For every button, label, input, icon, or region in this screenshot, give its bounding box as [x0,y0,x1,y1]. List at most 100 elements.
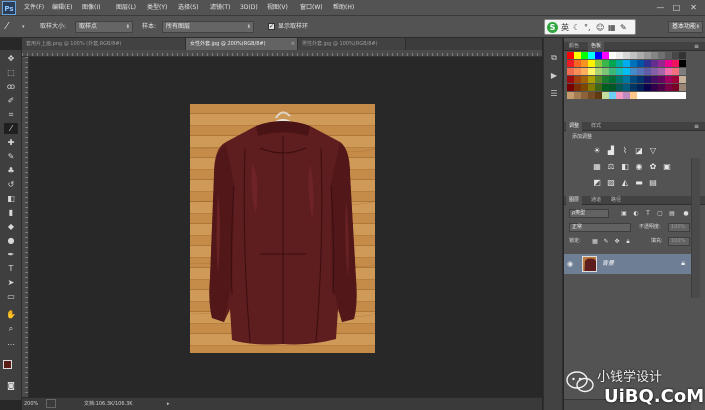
move-tool-icon[interactable]: ✥ [4,53,18,64]
color-balance-icon[interactable]: ⚖ [606,162,616,172]
layer-row-background[interactable]: ◉ 背景 🔒︎ [564,254,691,274]
swatch[interactable] [623,68,630,75]
swatch[interactable] [658,84,665,91]
invert-icon[interactable]: ◩ [592,178,602,188]
punctuation-icon[interactable]: °, [584,22,591,33]
lock-position-icon[interactable]: ✥ [613,238,621,246]
menu-type[interactable]: 类型(Y) [147,3,167,13]
swatch[interactable] [567,60,574,67]
healing-brush-tool-icon[interactable]: ✚ [4,137,18,148]
tab-layers[interactable]: 图层 [566,196,583,205]
swatch[interactable] [595,60,602,67]
blend-mode-select[interactable]: 正常 [569,223,631,232]
close-button[interactable]: ✕ [688,2,699,13]
swatch[interactable] [644,76,651,83]
swatch[interactable] [623,60,630,67]
keyboard-icon[interactable]: ▦ [608,22,616,33]
swatch[interactable] [630,92,637,99]
hand-tool-icon[interactable]: ✋ [4,309,18,320]
swatch[interactable] [574,84,581,91]
swatch[interactable] [644,92,651,99]
eraser-tool-icon[interactable]: ◧ [4,193,18,204]
horizontal-ruler[interactable] [22,50,542,57]
pen-tool-icon[interactable]: ✒ [4,249,18,260]
ime-toolbar[interactable]: S 英 ☾ °, ☺ ▦ ✎ [544,19,636,35]
gradient-map-icon[interactable]: ▬ [634,178,644,188]
fill-field[interactable]: 100% [668,237,690,246]
filter-toggle-icon[interactable]: ● [682,210,690,218]
lock-all-icon[interactable]: 🔒︎ [624,238,632,246]
zoom-level[interactable]: 200% [24,400,38,408]
swatch[interactable] [602,84,609,91]
swatch[interactable] [623,76,630,83]
swatch[interactable] [658,68,665,75]
status-menu-arrow-icon[interactable]: ▸ [167,400,170,408]
vibrance-icon[interactable]: ▽ [648,146,658,156]
eyedropper-tool-icon[interactable]: ⁄ [6,20,20,34]
maximize-button[interactable]: □ [671,2,682,13]
swatch[interactable] [665,68,672,75]
swatch[interactable] [672,92,679,99]
swatch[interactable] [595,92,602,99]
swatch[interactable] [637,92,644,99]
swatch[interactable] [679,92,686,99]
lasso-tool-icon[interactable]: ꝏ [4,81,18,92]
swatch[interactable] [567,68,574,75]
swatch[interactable] [595,84,602,91]
clone-stamp-tool-icon[interactable]: ♣ [4,165,18,176]
swatch[interactable] [574,60,581,67]
swatch[interactable] [630,68,637,75]
foreground-color-swatch[interactable] [3,360,12,369]
swatch[interactable] [574,76,581,83]
hue-saturation-icon[interactable]: ▦ [592,162,602,172]
type-tool-icon[interactable]: T [4,263,18,274]
path-select-tool-icon[interactable]: ➤ [4,277,18,288]
workspace-select[interactable]: 基本功能 ⬍ [668,21,703,33]
opacity-field[interactable]: 100% [668,223,690,232]
quick-mask-icon[interactable]: ◙ [4,380,18,391]
swatch[interactable] [588,60,595,67]
color-lookup-icon[interactable]: ▣ [662,162,672,172]
layer-filter-select[interactable]: ρ类型 [569,209,609,218]
menu-select[interactable]: 选择(S) [178,3,199,13]
selective-color-icon[interactable]: ▤ [648,178,658,188]
swatch[interactable] [630,52,637,59]
swatch[interactable] [574,68,581,75]
swatch[interactable] [616,84,623,91]
swatch[interactable] [595,52,602,59]
swatch[interactable] [616,68,623,75]
ime-mode[interactable]: 英 [561,22,569,33]
swatch[interactable] [679,60,686,67]
shape-tool-icon[interactable]: ▭ [4,291,18,302]
panel-scrollbar[interactable] [691,158,700,298]
swatch[interactable] [581,84,588,91]
menu-image[interactable]: 图像(I) [82,3,100,13]
swatch[interactable] [672,84,679,91]
eyedropper-tool-icon[interactable]: ⁄ [4,123,18,134]
vertical-ruler[interactable] [22,57,29,397]
marquee-tool-icon[interactable]: ⬚ [4,67,18,78]
swatch[interactable] [651,76,658,83]
swatch[interactable] [595,76,602,83]
swatch[interactable] [630,84,637,91]
swatch[interactable] [581,68,588,75]
swatch[interactable] [581,92,588,99]
brush-tool-icon[interactable]: ✎ [4,151,18,162]
tab-swatches[interactable]: 色板 [588,42,605,51]
swatch[interactable] [616,52,623,59]
swatch[interactable] [609,84,616,91]
swatch[interactable] [644,52,651,59]
swatch[interactable] [574,92,581,99]
swatch[interactable] [672,76,679,83]
swatch[interactable] [679,84,686,91]
swatch[interactable] [665,92,672,99]
history-panel-icon[interactable]: ⧉ [547,52,561,64]
quick-select-tool-icon[interactable]: ✐ [4,95,18,106]
tab-document-3[interactable]: 男性外套.jpg @ 100%(RGB/8#) [298,38,406,50]
swatch[interactable] [623,52,630,59]
swatch[interactable] [658,52,665,59]
swatch[interactable] [672,68,679,75]
swatch[interactable] [630,60,637,67]
swatch[interactable] [665,84,672,91]
swatch[interactable] [602,52,609,59]
